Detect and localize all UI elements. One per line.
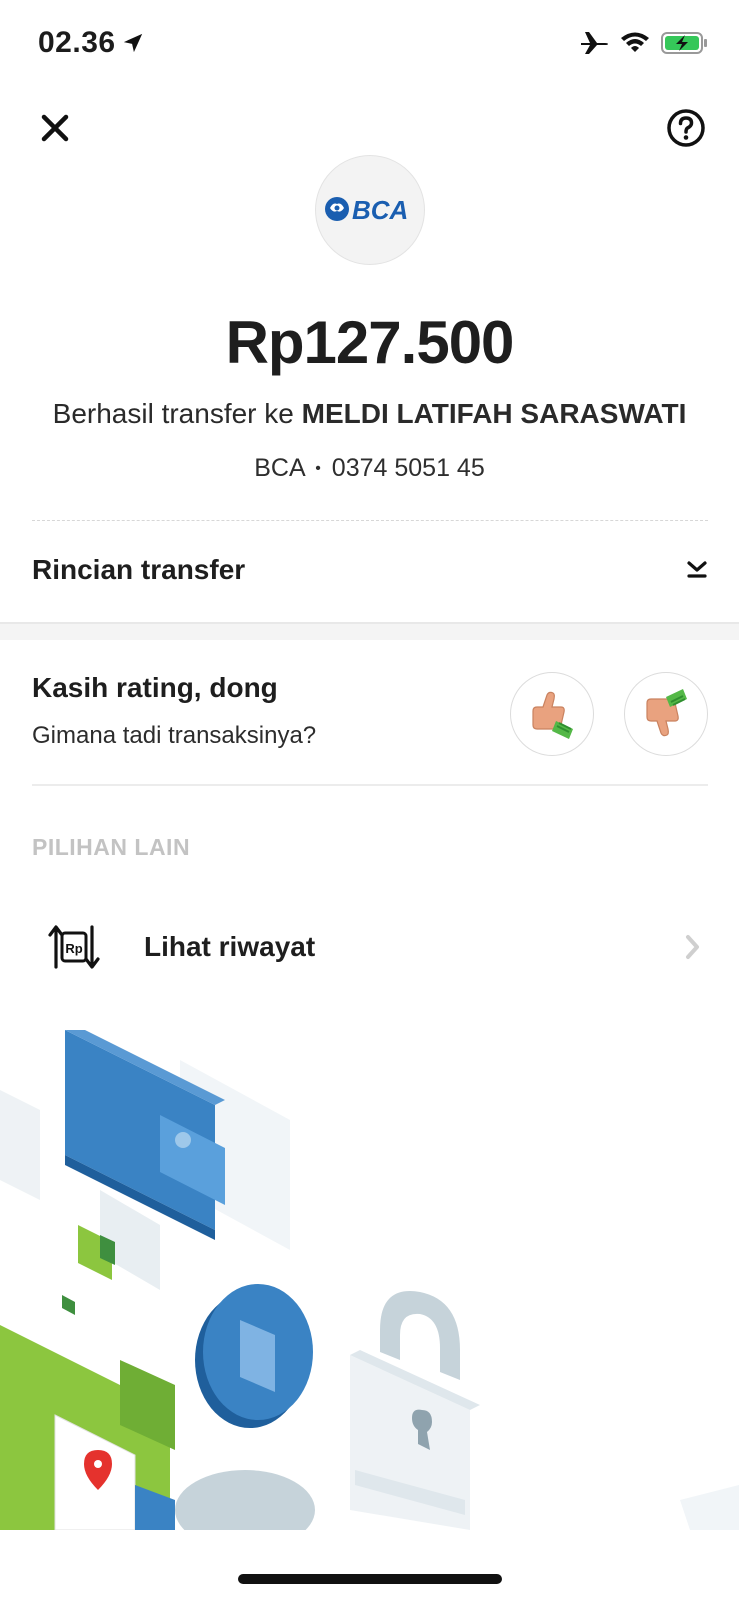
status-icons bbox=[579, 30, 709, 56]
security-illustration bbox=[0, 1030, 739, 1530]
section-separator bbox=[0, 622, 739, 640]
home-indicator[interactable] bbox=[238, 1574, 502, 1584]
rating-subtitle: Gimana tadi transaksinya? bbox=[32, 722, 317, 749]
status-bar: 02.36 bbox=[0, 0, 739, 90]
bank-logo-text: BCA bbox=[352, 195, 408, 225]
rating-title: Kasih rating, dong bbox=[32, 672, 278, 703]
close-icon bbox=[41, 114, 69, 142]
view-history-label: Lihat riwayat bbox=[144, 931, 316, 962]
transfer-details-row[interactable]: Rincian transfer bbox=[32, 540, 708, 600]
recipient-name: MELDI LATIFAH SARASWATI bbox=[301, 398, 687, 429]
chevron-down-icon bbox=[687, 561, 707, 578]
transfer-amount: Rp127.500 bbox=[225, 309, 515, 376]
account-line: BCA • 0374 5051 45 bbox=[0, 454, 739, 483]
bca-logo: BCA bbox=[325, 195, 408, 225]
bank-name: BCA bbox=[254, 454, 305, 482]
divider bbox=[32, 784, 708, 786]
history-rp-icon: Rp bbox=[38, 917, 110, 977]
dashed-divider bbox=[32, 520, 708, 521]
thumbs-up-button[interactable] bbox=[510, 672, 594, 756]
history-icon-text: Rp bbox=[65, 941, 82, 956]
chevron-right-icon bbox=[678, 932, 708, 962]
bank-logo: BCA bbox=[315, 155, 425, 265]
success-message: Berhasil transfer ke MELDI LATIFAH SARAS… bbox=[0, 398, 739, 430]
battery-charging-icon bbox=[661, 32, 707, 54]
transfer-details-label: Rincian transfer bbox=[32, 554, 246, 585]
help-button[interactable] bbox=[662, 104, 710, 152]
location-arrow-icon bbox=[123, 33, 142, 53]
thumbs-up-icon bbox=[532, 691, 573, 739]
help-icon bbox=[667, 109, 705, 147]
account-number: 0374 5051 45 bbox=[331, 454, 485, 482]
status-time-text: 02.36 bbox=[38, 26, 116, 59]
view-history-row[interactable]: Rp Lihat riwayat bbox=[32, 912, 708, 982]
wifi-icon bbox=[621, 32, 649, 52]
other-options-heading: PILIHAN LAIN bbox=[32, 834, 191, 860]
separator-dot: • bbox=[315, 460, 321, 478]
decorative-illustration bbox=[0, 1030, 739, 1530]
thumbs-down-icon bbox=[646, 689, 687, 737]
airplane-icon bbox=[581, 32, 608, 54]
close-button[interactable] bbox=[31, 104, 79, 152]
success-prefix: Berhasil transfer ke bbox=[52, 398, 302, 429]
thumbs-down-button[interactable] bbox=[624, 672, 708, 756]
status-time: 02.36 bbox=[38, 26, 144, 60]
